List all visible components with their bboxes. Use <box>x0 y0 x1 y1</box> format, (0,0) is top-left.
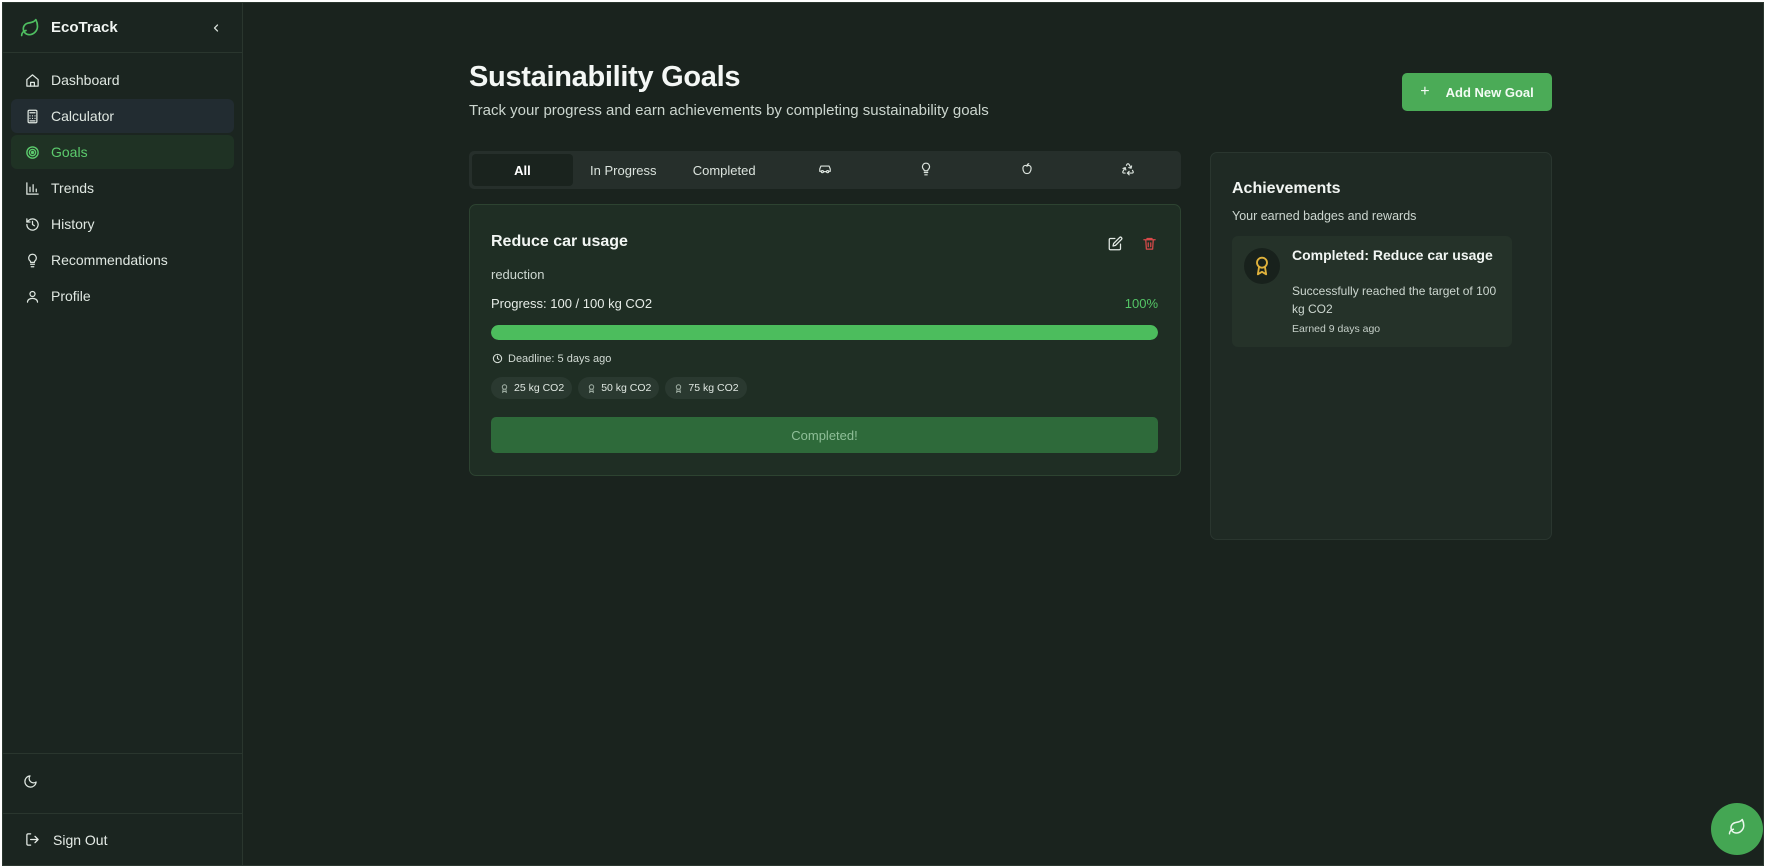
sidebar-item-calculator[interactable]: Calculator <box>11 99 234 133</box>
milestone-badge: 75 kg CO2 <box>665 377 747 399</box>
brand-header: EcoTrack <box>3 3 242 53</box>
sidebar-item-history[interactable]: History <box>11 207 234 241</box>
clock-icon <box>491 352 504 365</box>
goal-filter-tabs: All In Progress Completed <box>469 151 1181 189</box>
leaf-icon <box>19 17 41 39</box>
add-new-goal-label: Add New Goal <box>1445 84 1534 100</box>
sidebar-item-label: Goals <box>51 144 88 160</box>
sidebar-item-label: Calculator <box>51 108 115 124</box>
goal-title: Reduce car usage <box>491 233 628 250</box>
sidebar-item-label: Dashboard <box>51 72 120 88</box>
progress-percent: 100% <box>1124 296 1158 311</box>
tab-waste[interactable] <box>1077 154 1178 186</box>
sidebar-item-recommendations[interactable]: Recommendations <box>11 243 234 277</box>
log-out-icon <box>23 831 41 849</box>
achievement-description: Successfully reached the target of 100 k… <box>1292 284 1497 316</box>
sidebar-item-dashboard[interactable]: Dashboard <box>11 63 234 97</box>
tab-all[interactable]: All <box>472 154 573 186</box>
tab-in-progress[interactable]: In Progress <box>573 154 674 186</box>
sidebar-nav: Dashboard Calculator Goals Trends Histor… <box>3 53 242 323</box>
plus-icon: + <box>1420 83 1430 100</box>
trash-icon[interactable] <box>1140 234 1158 252</box>
floating-assistant-button[interactable] <box>1711 803 1763 855</box>
page-title: Sustainability Goals <box>469 61 741 93</box>
achievements-subtitle: Your earned badges and rewards <box>1232 209 1417 223</box>
sidebar-item-goals[interactable]: Goals <box>11 135 234 169</box>
sign-out-label: Sign Out <box>53 831 108 848</box>
sidebar-item-trends[interactable]: Trends <box>11 171 234 205</box>
sidebar-item-label: History <box>51 216 95 232</box>
app-name: EcoTrack <box>51 19 118 36</box>
award-icon <box>1244 248 1280 284</box>
sidebar-item-profile[interactable]: Profile <box>11 279 234 313</box>
moon-icon <box>23 774 38 794</box>
achievements-title: Achievements <box>1232 180 1341 197</box>
progress-bar-fill <box>491 325 1158 340</box>
milestone-badge: 25 kg CO2 <box>491 377 573 399</box>
award-icon <box>586 382 596 394</box>
sidebar-item-label: Recommendations <box>51 252 168 268</box>
car-icon <box>818 162 832 179</box>
completed-button[interactable]: Completed! <box>491 417 1158 453</box>
milestone-label: 50 kg CO2 <box>601 382 652 394</box>
milestone-list: 25 kg CO2 50 kg CO2 75 kg CO2 <box>491 377 747 399</box>
sign-out-button[interactable]: Sign Out <box>3 813 242 865</box>
tab-completed[interactable]: Completed <box>674 154 775 186</box>
theme-toggle[interactable] <box>3 753 242 813</box>
tab-transport[interactable] <box>775 154 876 186</box>
main-content: Sustainability Goals Track your progress… <box>244 3 1763 865</box>
achievement-title: Completed: Reduce car usage <box>1292 247 1493 263</box>
sidebar-item-label: Trends <box>51 180 95 196</box>
page-subtitle: Track your progress and earn achievement… <box>469 102 989 119</box>
lightbulb-icon <box>919 162 933 179</box>
chevron-left-icon[interactable] <box>206 18 226 38</box>
deadline-text: Deadline: 5 days ago <box>508 352 612 365</box>
target-icon <box>23 143 41 161</box>
goal-card: Reduce car usage reduction Progress: 100… <box>469 204 1181 476</box>
award-icon <box>673 382 683 394</box>
sidebar-footer: Sign Out <box>3 753 242 865</box>
goal-actions <box>1106 234 1158 252</box>
achievement-earned: Earned 9 days ago <box>1292 323 1381 335</box>
milestone-badge: 50 kg CO2 <box>578 377 660 399</box>
bar-chart-icon <box>23 179 41 197</box>
home-icon <box>23 71 41 89</box>
tab-energy[interactable] <box>875 154 976 186</box>
sidebar: EcoTrack Dashboard Calculator Goals Tren… <box>3 3 243 865</box>
tab-food[interactable] <box>976 154 1077 186</box>
user-icon <box>23 287 41 305</box>
history-icon <box>23 215 41 233</box>
app-window: EcoTrack Dashboard Calculator Goals Tren… <box>2 2 1764 866</box>
sidebar-item-label: Profile <box>51 288 91 304</box>
goal-deadline: Deadline: 5 days ago <box>491 352 611 365</box>
leaf-icon <box>1728 818 1746 841</box>
milestone-label: 25 kg CO2 <box>514 382 565 394</box>
progress-bar <box>491 325 1158 340</box>
milestone-label: 75 kg CO2 <box>688 382 739 394</box>
apple-icon <box>1020 162 1034 179</box>
calculator-icon <box>23 107 41 125</box>
add-new-goal-button[interactable]: + Add New Goal <box>1402 73 1552 111</box>
achievements-panel: Achievements Your earned badges and rewa… <box>1210 152 1552 540</box>
lightbulb-icon <box>23 251 41 269</box>
goal-category: reduction <box>491 267 545 282</box>
progress-label: Progress: 100 / 100 kg CO2 <box>491 296 653 311</box>
achievement-item: Completed: Reduce car usage Successfully… <box>1232 236 1512 347</box>
recycle-icon <box>1121 162 1135 179</box>
award-icon <box>499 382 509 394</box>
edit-icon[interactable] <box>1106 234 1124 252</box>
